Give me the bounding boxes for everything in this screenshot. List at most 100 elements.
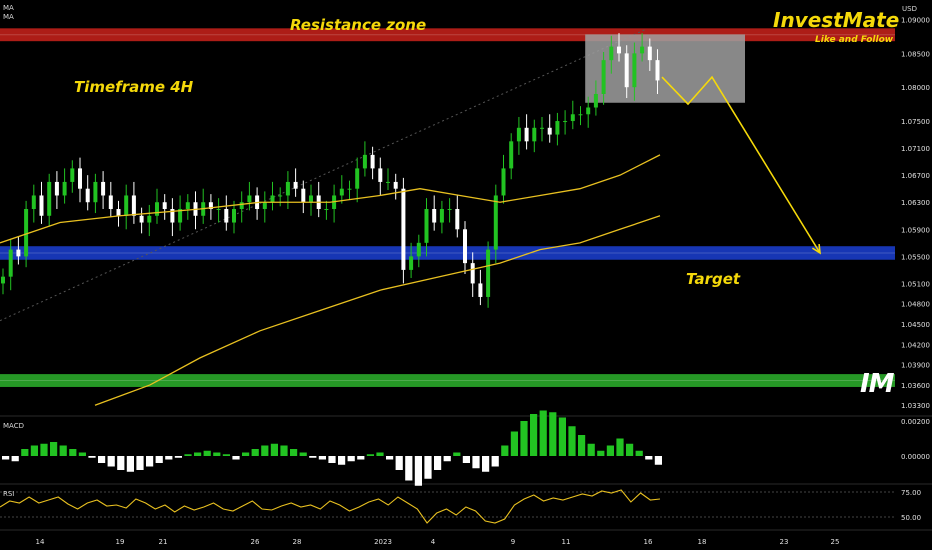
macd-tick-label: 0.00000 xyxy=(901,453,930,461)
projection-line xyxy=(661,75,821,254)
candle-body xyxy=(455,209,460,230)
rsi-tick-label: 50.00 xyxy=(901,514,921,522)
candle-body xyxy=(93,181,98,203)
x-tick-label: 19 xyxy=(116,538,125,546)
macd-bar xyxy=(443,456,451,462)
ma-fast-line xyxy=(0,154,661,244)
price-tick-label: 1.05500 xyxy=(901,253,930,261)
macd-bar xyxy=(366,454,374,456)
macd-bar xyxy=(146,456,154,467)
projection-path xyxy=(661,75,821,255)
candle-body xyxy=(278,195,283,197)
candle-body xyxy=(632,53,637,88)
timeframe-label: Timeframe 4H xyxy=(74,78,194,96)
rsi-label: RSI xyxy=(3,490,15,498)
candle-body xyxy=(147,215,152,223)
price-tick-label: 1.04200 xyxy=(901,341,930,349)
macd-bar xyxy=(136,456,144,470)
macd-bar xyxy=(405,456,413,481)
candle-body xyxy=(416,242,421,257)
macd-bar xyxy=(194,452,202,456)
candle-body xyxy=(224,209,229,223)
macd-bar xyxy=(98,456,106,463)
macd-bar xyxy=(165,456,173,460)
price-tick-label: 1.03900 xyxy=(901,362,930,370)
candle-body xyxy=(101,181,106,196)
candle-body xyxy=(108,195,113,209)
ma-label-2: MA xyxy=(3,13,14,21)
x-tick-label: 16 xyxy=(644,538,653,546)
macd-bar xyxy=(69,449,77,456)
candle-body xyxy=(563,121,568,123)
macd-bar xyxy=(424,456,432,479)
candle-body xyxy=(547,127,552,135)
candle-body xyxy=(162,202,167,209)
candle-body xyxy=(78,168,82,189)
price-tick-label: 1.04500 xyxy=(901,321,930,329)
rsi-line xyxy=(0,489,661,524)
candle-body xyxy=(216,209,221,210)
macd-bar xyxy=(386,456,394,460)
macd-bar xyxy=(395,456,403,470)
macd-bar xyxy=(376,452,384,456)
price-tick-label: 1.07100 xyxy=(901,145,930,153)
resistance-zone-label: Resistance zone xyxy=(290,16,427,34)
candle-body xyxy=(501,168,506,196)
candle-body xyxy=(432,209,437,223)
candle-body xyxy=(570,114,575,122)
price-tick-label: 1.09000 xyxy=(901,17,930,25)
candle-body xyxy=(54,181,59,196)
macd-bar xyxy=(597,450,605,456)
candle-body xyxy=(362,154,367,169)
price-tick-label: 1.04800 xyxy=(901,301,930,309)
price-tick-label: 1.08500 xyxy=(901,50,930,58)
candle-body xyxy=(470,263,475,284)
candle-body xyxy=(524,127,529,142)
candle-body xyxy=(39,195,44,216)
macd-bar xyxy=(21,449,29,456)
x-tick-label: 23 xyxy=(780,538,789,546)
macd-bar xyxy=(338,456,346,465)
macd-bar xyxy=(309,456,317,458)
candle-body xyxy=(70,168,75,182)
macd-bar xyxy=(203,450,211,456)
macd-bar xyxy=(501,445,509,456)
candle-body xyxy=(386,181,390,183)
macd-bar xyxy=(299,452,307,456)
candle-body xyxy=(609,46,614,61)
macd-bar xyxy=(635,450,643,456)
x-tick-label: 21 xyxy=(159,538,168,546)
dotted-trendline xyxy=(0,29,646,322)
macd-bar xyxy=(88,456,96,458)
x-tick-label: 11 xyxy=(562,538,571,546)
candle-body xyxy=(239,202,244,209)
macd-bar xyxy=(626,443,634,456)
macd-bar xyxy=(242,452,250,456)
candle-body xyxy=(355,168,360,189)
macd-bar xyxy=(117,456,125,470)
macd-bar xyxy=(30,445,38,456)
candle-body xyxy=(47,181,52,216)
macd-bar xyxy=(606,445,614,456)
macd-bar xyxy=(40,443,48,456)
candle-body xyxy=(131,195,136,216)
macd-bar xyxy=(213,452,221,456)
candle-body xyxy=(339,188,344,196)
macd-bar xyxy=(261,445,269,456)
candles xyxy=(1,33,660,308)
macd-bar xyxy=(222,454,230,456)
candle-body xyxy=(601,60,606,94)
macd-bar xyxy=(155,456,163,463)
candle-body xyxy=(509,141,514,169)
macd-label: MACD xyxy=(3,422,24,430)
rsi-tick-label: 75.00 xyxy=(901,489,921,497)
price-tick-label: 1.05900 xyxy=(901,226,930,234)
x-tick-label: 14 xyxy=(36,538,45,546)
ma-label-1: MA xyxy=(3,4,14,12)
candle-body xyxy=(478,283,483,297)
candle-body xyxy=(486,249,491,297)
macd-bar xyxy=(290,449,298,456)
target-label: Target xyxy=(686,270,741,288)
macd-bar xyxy=(645,456,653,460)
macd-bar xyxy=(270,443,278,456)
